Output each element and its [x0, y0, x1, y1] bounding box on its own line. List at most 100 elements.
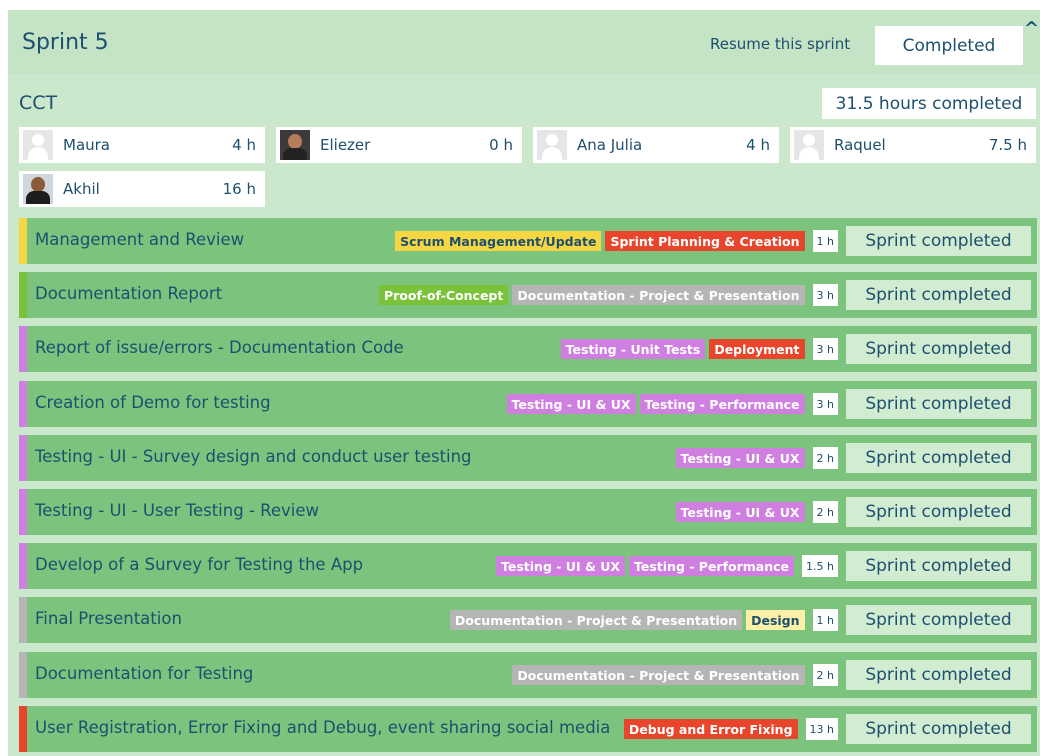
- sprint-completed-button[interactable]: Sprint completed: [846, 443, 1031, 473]
- task-hours: 2 h: [812, 447, 838, 469]
- task-row[interactable]: Testing - UI - Survey design and conduct…: [19, 435, 1037, 481]
- task-color-stripe: [19, 489, 27, 535]
- task-name[interactable]: Testing - UI - Survey design and conduct…: [35, 447, 472, 466]
- team-member: Raquel 7.5 h: [790, 127, 1036, 163]
- task-tag: Testing - UI & UX: [675, 448, 805, 468]
- sprint-completed-button[interactable]: Sprint completed: [846, 660, 1031, 690]
- sprint-completed-button[interactable]: Sprint completed: [846, 226, 1031, 256]
- task-tag: Sprint Planning & Creation: [605, 231, 805, 251]
- task-row[interactable]: User Registration, Error Fixing and Debu…: [19, 706, 1037, 752]
- task-meta: Testing - UI & UX 2 h Sprint completed: [675, 443, 1031, 473]
- task-hours: 13 h: [805, 718, 838, 740]
- task-tag: Testing - Performance: [629, 556, 795, 576]
- team-member: Eliezer 0 h: [276, 127, 522, 163]
- task-tag: Documentation - Project & Presentation: [512, 285, 805, 305]
- member-name: Akhil: [63, 180, 100, 198]
- chevron-up-icon[interactable]: ^: [1024, 18, 1039, 39]
- project-name: CCT: [19, 92, 58, 114]
- task-hours: 1 h: [812, 609, 838, 631]
- task-hours: 3 h: [812, 393, 838, 415]
- task-color-stripe: [19, 218, 27, 264]
- member-hours: 7.5 h: [988, 136, 1027, 154]
- task-name[interactable]: Creation of Demo for testing: [35, 393, 271, 412]
- task-name[interactable]: Management and Review: [35, 230, 244, 249]
- completed-button[interactable]: Completed: [875, 26, 1023, 65]
- task-row[interactable]: Documentation for Testing Documentation -…: [19, 652, 1037, 698]
- task-row[interactable]: Management and Review Scrum Management/Up…: [19, 218, 1037, 264]
- task-color-stripe: [19, 706, 27, 752]
- task-color-stripe: [19, 272, 27, 318]
- task-meta: Debug and Error Fixing 13 h Sprint complet…: [623, 714, 1031, 744]
- task-color-stripe: [19, 435, 27, 481]
- sprint-completed-button[interactable]: Sprint completed: [846, 605, 1031, 635]
- task-meta: Scrum Management/Update Sprint Planning &…: [395, 226, 1031, 256]
- member-name: Raquel: [834, 136, 886, 154]
- task-hours: 3 h: [812, 338, 838, 360]
- task-name[interactable]: User Registration, Error Fixing and Debu…: [35, 718, 610, 737]
- task-name[interactable]: Develop of a Survey for Testing the App: [35, 555, 363, 574]
- sprint-completed-button[interactable]: Sprint completed: [846, 551, 1031, 581]
- task-meta: Testing - Unit Tests Deployment 3 h Sprint …: [560, 334, 1031, 364]
- member-name: Ana Julia: [577, 136, 643, 154]
- member-hours: 16 h: [222, 180, 256, 198]
- task-row[interactable]: Documentation Report Proof-of-Concept Docu…: [19, 272, 1037, 318]
- task-row[interactable]: Final Presentation Documentation - Projec…: [19, 597, 1037, 643]
- task-meta: Documentation - Project & Presentation 2 …: [512, 660, 1031, 690]
- sprint-completed-button[interactable]: Sprint completed: [846, 497, 1031, 527]
- member-hours: 4 h: [232, 136, 256, 154]
- sprint-completed-button[interactable]: Sprint completed: [846, 334, 1031, 364]
- task-tag: Design: [746, 610, 805, 630]
- task-color-stripe: [19, 543, 27, 589]
- hours-completed-badge: 31.5 hours completed: [822, 88, 1036, 119]
- task-tag: Scrum Management/Update: [395, 231, 602, 251]
- sprint-completed-button[interactable]: Sprint completed: [846, 389, 1031, 419]
- task-hours: 1 h: [812, 230, 838, 252]
- task-meta: Testing - UI & UX Testing - Performance 1.…: [496, 551, 1031, 581]
- task-color-stripe: [19, 381, 27, 427]
- sprint-title: Sprint 5: [22, 30, 109, 55]
- avatar: [794, 130, 824, 160]
- task-name[interactable]: Report of issue/errors - Documentation C…: [35, 338, 404, 357]
- task-tag: Testing - UI & UX: [496, 556, 625, 576]
- task-row[interactable]: Testing - UI - User Testing - Review Test…: [19, 489, 1037, 535]
- task-tag: Testing - UI & UX: [675, 502, 805, 522]
- sprint-header: Sprint 5 Resume this sprint Completed ^: [8, 10, 1040, 74]
- task-tag: Deployment: [709, 339, 805, 359]
- sprint-panel: Sprint 5 Resume this sprint Completed ^ …: [8, 10, 1040, 756]
- task-row[interactable]: Creation of Demo for testing Testing - UI…: [19, 381, 1037, 427]
- task-meta: Proof-of-Concept Documentation - Project …: [378, 280, 1031, 310]
- task-meta: Testing - UI & UX 2 h Sprint completed: [675, 497, 1031, 527]
- task-row[interactable]: Report of issue/errors - Documentation C…: [19, 326, 1037, 372]
- member-name: Eliezer: [320, 136, 371, 154]
- task-hours: 2 h: [812, 664, 838, 686]
- task-hours: 2 h: [812, 501, 838, 523]
- team-member: Maura 4 h: [19, 127, 265, 163]
- resume-sprint-link[interactable]: Resume this sprint: [710, 35, 850, 53]
- member-name: Maura: [63, 136, 110, 154]
- task-name[interactable]: Testing - UI - User Testing - Review: [35, 501, 319, 520]
- task-hours: 3 h: [812, 284, 838, 306]
- task-name[interactable]: Final Presentation: [35, 609, 182, 628]
- task-tag: Documentation - Project & Presentation: [512, 665, 805, 685]
- task-tag: Proof-of-Concept: [378, 285, 509, 305]
- avatar: [280, 130, 310, 160]
- task-color-stripe: [19, 652, 27, 698]
- task-tag: Testing - Performance: [639, 394, 805, 414]
- sprint-body: CCT 31.5 hours completed Maura 4 h Eliezer…: [8, 74, 1040, 756]
- task-name[interactable]: Documentation for Testing: [35, 664, 253, 683]
- sprint-completed-button[interactable]: Sprint completed: [846, 714, 1031, 744]
- task-tag: Debug and Error Fixing: [623, 719, 798, 739]
- task-tag: Testing - UI & UX: [506, 394, 636, 414]
- avatar: [23, 174, 53, 204]
- sprint-completed-button[interactable]: Sprint completed: [846, 280, 1031, 310]
- member-hours: 4 h: [746, 136, 770, 154]
- task-color-stripe: [19, 597, 27, 643]
- task-tag: Documentation - Project & Presentation: [449, 610, 743, 630]
- avatar: [537, 130, 567, 160]
- member-hours: 0 h: [489, 136, 513, 154]
- task-hours: 1.5 h: [802, 555, 838, 577]
- task-row[interactable]: Develop of a Survey for Testing the App T…: [19, 543, 1037, 589]
- task-color-stripe: [19, 326, 27, 372]
- avatar: [23, 130, 53, 160]
- task-name[interactable]: Documentation Report: [35, 284, 222, 303]
